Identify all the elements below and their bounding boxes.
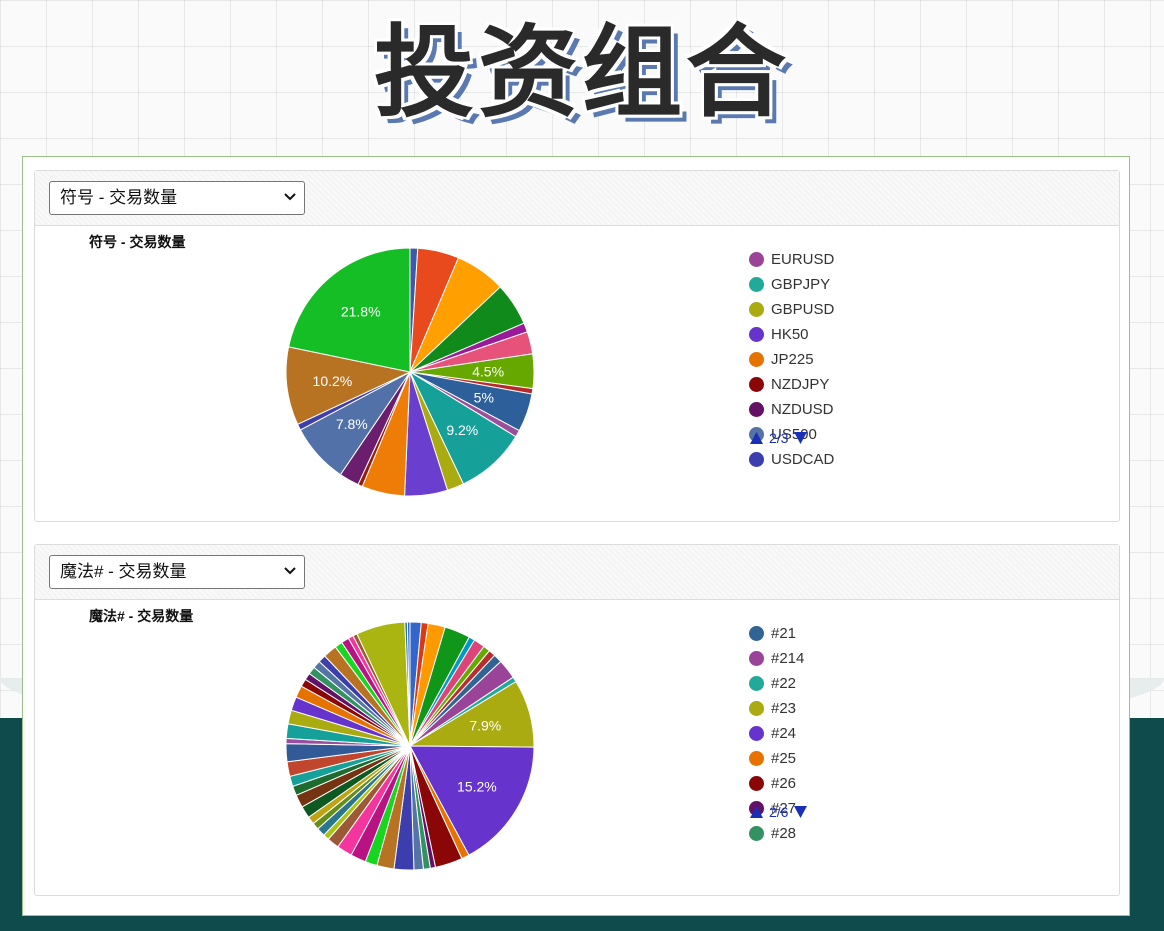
legend-label: #214 [771, 650, 805, 667]
slice-label: 9.2% [446, 422, 478, 438]
legend-label: EURUSD [771, 251, 835, 268]
pie-chart: 7.9% 15.2% [285, 621, 535, 871]
portfolio-frame: 符号 - 交易数量 符号 - 交易数量 4.5% 5% 9.2% 7.8% 10.2% 2… [22, 156, 1130, 916]
legend-item[interactable]: #21 [749, 621, 949, 646]
legend-pager: 2/6 [749, 804, 808, 820]
legend-label: HK50 [771, 326, 809, 343]
legend-item[interactable]: #214 [749, 646, 949, 671]
chart-panel-magic: 魔法# - 交易数量 魔法# - 交易数量 7.9% 15.2% #21 #214… [34, 544, 1120, 896]
legend-swatch [749, 452, 764, 467]
legend-item[interactable]: HK50 [749, 322, 949, 347]
legend-next-page-icon[interactable] [793, 805, 808, 819]
legend-label: #28 [771, 825, 797, 842]
chevron-down-icon [284, 193, 296, 201]
pie-chart: 4.5% 5% 9.2% 7.8% 10.2% 21.8% [285, 247, 535, 497]
select-value: 符号 - 交易数量 [60, 188, 178, 207]
legend-item[interactable]: #25 [749, 746, 949, 771]
legend-item[interactable]: #28 [749, 821, 949, 846]
slice-label: 7.9% [469, 717, 501, 733]
legend-swatch [749, 751, 764, 766]
legend-swatch [749, 327, 764, 342]
legend-item[interactable]: GBPUSD [749, 297, 949, 322]
legend-label: GBPJPY [771, 276, 831, 293]
legend-swatch [749, 651, 764, 666]
legend-label: #24 [771, 725, 797, 742]
legend-label: JP225 [771, 351, 814, 368]
legend-swatch [749, 377, 764, 392]
legend-label: #25 [771, 750, 797, 767]
slice-label: 21.8% [341, 303, 381, 319]
slice-label: 7.8% [336, 416, 368, 432]
slice-label: 5% [474, 390, 494, 406]
legend-prev-page-icon[interactable] [749, 431, 764, 445]
legend-item[interactable]: #22 [749, 671, 949, 696]
legend-swatch [749, 277, 764, 292]
legend-label: #22 [771, 675, 797, 692]
legend-item[interactable]: JP225 [749, 347, 949, 372]
legend-prev-page-icon[interactable] [749, 805, 764, 819]
slice-label: 15.2% [457, 778, 497, 794]
page-title: 投资组合 [374, 14, 790, 131]
panel-header: 魔法# - 交易数量 [35, 545, 1119, 600]
slice-label: 10.2% [313, 373, 353, 389]
legend-item[interactable]: NZDUSD [749, 397, 949, 422]
chart-type-select[interactable]: 魔法# - 交易数量 [49, 555, 305, 589]
legend-label: NZDJPY [771, 376, 830, 393]
chart-type-select[interactable]: 符号 - 交易数量 [49, 181, 305, 215]
legend-item[interactable]: USDCAD [749, 447, 949, 472]
legend-label: #26 [771, 775, 797, 792]
chart-title: 符号 - 交易数量 [89, 234, 186, 250]
legend-swatch [749, 826, 764, 841]
legend-label: NZDUSD [771, 401, 834, 418]
legend-item[interactable]: GBPJPY [749, 272, 949, 297]
legend-swatch [749, 776, 764, 791]
pager-text: 2/6 [769, 804, 789, 820]
legend-label: GBPUSD [771, 301, 835, 318]
pager-text: 2/3 [769, 430, 789, 446]
legend-label: #21 [771, 625, 797, 642]
legend-swatch [749, 252, 764, 267]
legend-swatch [749, 626, 764, 641]
legend-next-page-icon[interactable] [793, 431, 808, 445]
legend-swatch [749, 302, 764, 317]
legend-item[interactable]: #23 [749, 696, 949, 721]
legend-label: USDCAD [771, 451, 835, 468]
chevron-down-icon [284, 567, 296, 575]
legend-swatch [749, 352, 764, 367]
legend-label: #23 [771, 700, 797, 717]
legend-swatch [749, 726, 764, 741]
legend-pager: 2/3 [749, 430, 808, 446]
legend-swatch [749, 701, 764, 716]
legend-item[interactable]: EURUSD [749, 247, 949, 272]
chart-title: 魔法# - 交易数量 [89, 608, 194, 624]
panel-header: 符号 - 交易数量 [35, 171, 1119, 226]
legend-swatch [749, 402, 764, 417]
legend-item[interactable]: NZDJPY [749, 372, 949, 397]
legend-swatch [749, 676, 764, 691]
legend-item[interactable]: #24 [749, 721, 949, 746]
chart-panel-symbol: 符号 - 交易数量 符号 - 交易数量 4.5% 5% 9.2% 7.8% 10.2% 2… [34, 170, 1120, 522]
slice-label: 4.5% [472, 364, 504, 380]
select-value: 魔法# - 交易数量 [60, 562, 187, 581]
legend-item[interactable]: #26 [749, 771, 949, 796]
